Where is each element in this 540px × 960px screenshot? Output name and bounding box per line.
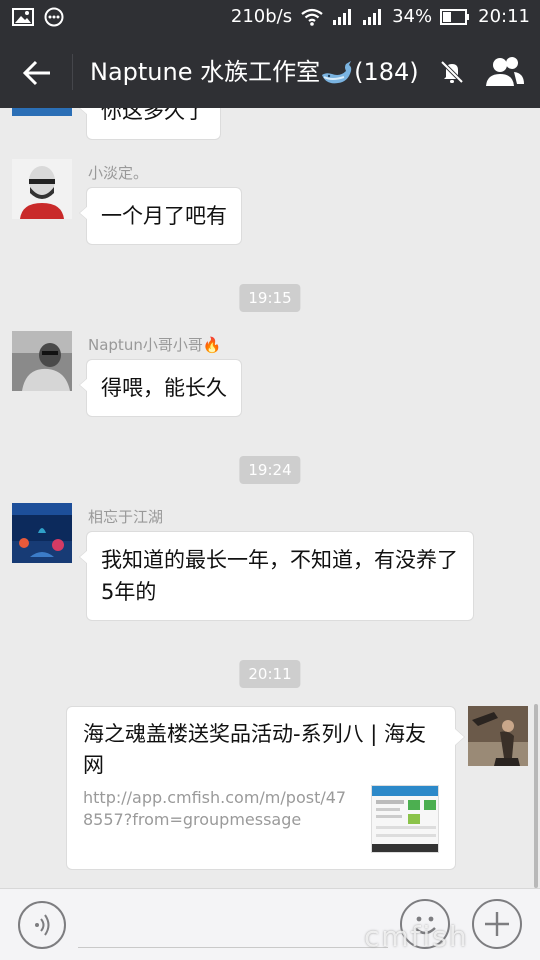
link-card-thumbnail	[371, 785, 439, 853]
sender-nickname: 小淡定。	[88, 164, 149, 182]
network-speed: 210b/s	[230, 6, 293, 27]
message-bubble[interactable]: 得喂，能长久	[79, 359, 242, 417]
more-actions-button[interactable]	[472, 899, 522, 949]
avatar[interactable]	[12, 108, 72, 116]
group-info-icon[interactable]	[484, 54, 526, 90]
avatar-man-photo-icon	[12, 331, 72, 391]
more-notifications-icon	[44, 7, 64, 27]
wifi-icon	[301, 8, 323, 26]
fire-emoji-icon: 🔥	[202, 336, 222, 354]
back-arrow-icon[interactable]	[20, 56, 54, 90]
link-card-title: 海之魂盖楼送奖品活动-系列八 | 海友网	[83, 722, 427, 777]
avatar[interactable]	[12, 159, 72, 219]
link-card-url: http://app.cmfish.com/m/post/478557?from…	[83, 788, 347, 829]
voice-input-button[interactable]	[18, 901, 66, 949]
message-bubble[interactable]: 一个月了吧有	[79, 187, 242, 245]
avatar-aquarium-icon	[12, 503, 72, 563]
gallery-icon	[12, 8, 34, 26]
whale-emoji-icon	[322, 61, 352, 84]
message-bubble[interactable]: 我知道的最长一年，不知道，有没养了5年的	[79, 531, 474, 621]
link-card[interactable]: 海之魂盖楼送奖品活动-系列八 | 海友网 http://app.cmfish.c…	[66, 706, 465, 870]
plus-icon	[485, 912, 509, 936]
watermark: cmfish	[364, 920, 469, 953]
header-divider	[72, 54, 73, 90]
sender-nickname: 相忘于江湖	[88, 508, 164, 526]
mute-bell-icon	[440, 60, 464, 84]
sender-nickname: Naptun小哥小哥🔥	[88, 334, 222, 355]
signal-icon	[333, 9, 352, 25]
sender-nickname-text: Naptun小哥小哥	[88, 336, 203, 354]
member-count: (184)	[354, 58, 419, 86]
battery-icon	[440, 9, 470, 25]
message-input[interactable]	[78, 947, 388, 948]
avatar[interactable]	[12, 331, 72, 391]
timestamp: 19:15	[239, 284, 301, 312]
group-title: Naptune 水族工作室 (184)	[90, 54, 419, 90]
avatar[interactable]	[12, 503, 72, 563]
status-bar: 210b/s 34% 20:11	[0, 0, 540, 36]
signal-icon-2	[363, 9, 382, 25]
timestamp: 20:11	[239, 660, 301, 688]
chat-header: Naptune 水族工作室 (184)	[0, 36, 540, 108]
my-avatar[interactable]	[468, 706, 528, 766]
message-bubble[interactable]: 你这多久了	[79, 108, 221, 140]
timestamp: 19:24	[239, 456, 301, 484]
avatar-dancer-photo-icon	[468, 706, 528, 766]
voice-icon	[35, 914, 50, 936]
clock: 20:11	[478, 6, 530, 27]
battery-percent: 34%	[392, 6, 433, 27]
avatar-bald-man-icon	[12, 159, 72, 219]
scrollbar[interactable]	[534, 704, 538, 888]
chat-area[interactable]: 你这多久了 小淡定。 一个月了吧有 19:15 Naptun小哥小哥🔥 得喂，能…	[0, 108, 540, 888]
group-name: Naptune 水族工作室	[90, 58, 321, 86]
